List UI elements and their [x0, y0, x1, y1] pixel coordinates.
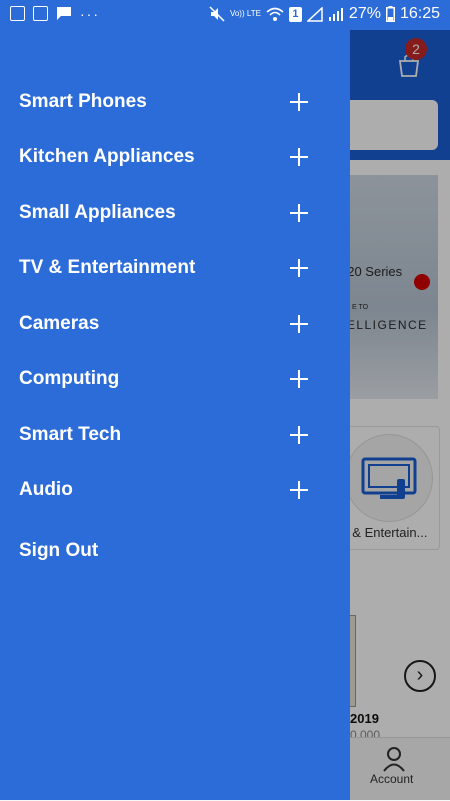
menu-item-label: Audio [19, 479, 73, 501]
mute-icon [209, 6, 225, 22]
overflow-icon: ··· [80, 5, 100, 22]
sign-out-button[interactable]: Sign Out [19, 540, 98, 562]
menu-item-tv-entertainment[interactable]: TV & Entertainment [0, 241, 350, 297]
category-menu: Smart Phones Kitchen Appliances Small Ap… [0, 74, 350, 518]
navigation-drawer: Smart Phones Kitchen Appliances Small Ap… [0, 0, 350, 800]
battery-percent: 27% [348, 5, 381, 22]
clock: 16:25 [399, 5, 440, 22]
plus-icon[interactable] [290, 425, 308, 444]
sim-indicator: 1 [288, 6, 302, 22]
battery-icon [385, 6, 395, 22]
plus-icon[interactable] [290, 481, 308, 500]
plus-icon[interactable] [290, 370, 308, 389]
menu-item-label: Small Appliances [19, 201, 176, 223]
menu-item-smart-phones[interactable]: Smart Phones [0, 74, 350, 130]
plus-icon[interactable] [290, 314, 308, 333]
signal-icon [306, 6, 323, 22]
grid-app-icon [33, 6, 48, 21]
menu-item-label: Cameras [19, 312, 100, 334]
menu-item-small-appliances[interactable]: Small Appliances [0, 185, 350, 241]
menu-item-label: Kitchen Appliances [19, 146, 195, 168]
menu-item-label: Computing [19, 368, 120, 390]
menu-item-smart-tech[interactable]: Smart Tech [0, 407, 350, 463]
menu-item-label: Smart Phones [19, 90, 147, 112]
plus-icon[interactable] [290, 148, 308, 167]
image-icon [10, 6, 25, 21]
menu-item-computing[interactable]: Computing [0, 352, 350, 408]
menu-item-label: TV & Entertainment [19, 257, 196, 279]
menu-item-kitchen-appliances[interactable]: Kitchen Appliances [0, 130, 350, 186]
volte-indicator: Vo)) LTE [229, 9, 261, 18]
message-icon [57, 7, 71, 20]
plus-icon[interactable] [290, 203, 308, 222]
wifi-icon [266, 7, 284, 21]
menu-item-label: Smart Tech [19, 423, 122, 445]
plus-icon[interactable] [290, 92, 308, 111]
plus-icon[interactable] [290, 259, 308, 278]
menu-item-cameras[interactable]: Cameras [0, 296, 350, 352]
status-bar: ··· Vo)) LTE 1 27% 16:25 [0, 0, 450, 30]
menu-item-audio[interactable]: Audio [0, 463, 350, 519]
signal-icon-2 [328, 7, 343, 21]
